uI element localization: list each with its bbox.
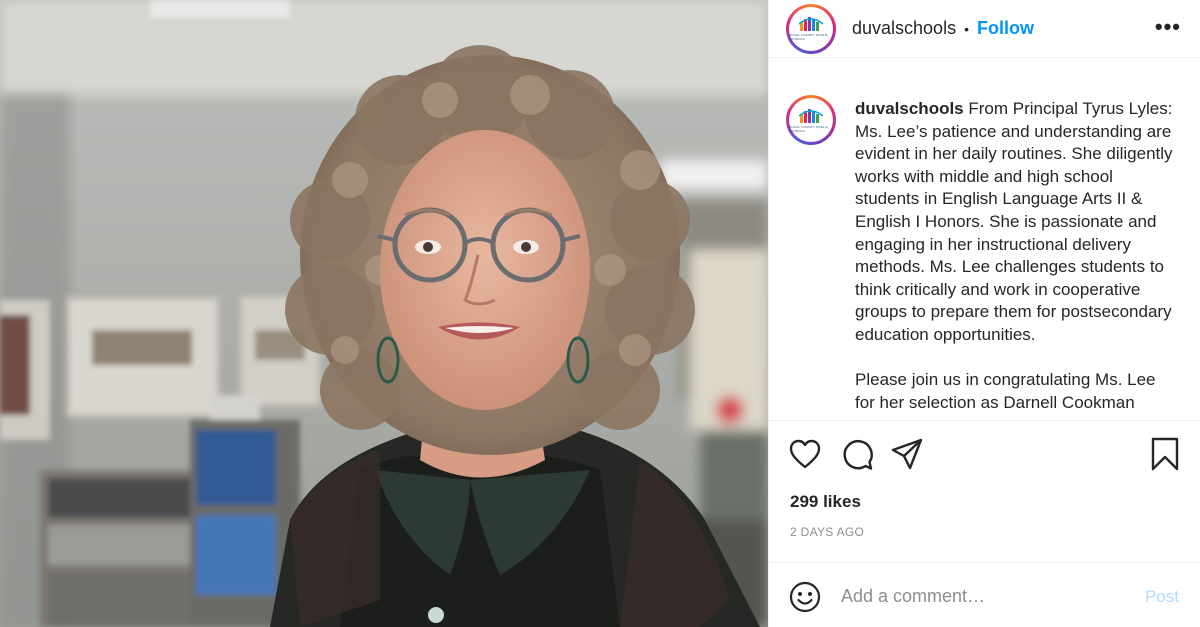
heart-icon[interactable]	[789, 439, 821, 469]
avatar-caption: DUVAL COUNTY PUBLIC SCHOOLS	[789, 124, 829, 133]
post-timestamp[interactable]: 2 DAYS AGO	[790, 525, 864, 539]
avatar[interactable]: DUVAL COUNTY PUBLIC SCHOOLS	[786, 3, 836, 54]
comment-input[interactable]	[841, 581, 1131, 611]
comment-bar: Post	[769, 562, 1200, 627]
post-details-panel: DUVAL COUNTY PUBLIC SCHOOLS duvalschools…	[768, 0, 1200, 627]
follow-button[interactable]: Follow	[977, 18, 1034, 39]
more-options-icon[interactable]: •••	[1155, 16, 1181, 38]
portrait-photo	[0, 0, 768, 627]
caption-avatar[interactable]: DUVAL COUNTY PUBLIC SCHOOLS	[786, 95, 836, 145]
likes-count[interactable]: 299 likes	[790, 492, 861, 512]
post-header: DUVAL COUNTY PUBLIC SCHOOLS duvalschools…	[769, 0, 1200, 58]
bookmark-icon[interactable]	[1150, 437, 1180, 471]
emoji-icon[interactable]	[789, 581, 821, 613]
share-icon[interactable]	[891, 438, 923, 470]
post-actions: 299 likes 2 DAYS AGO	[769, 420, 1200, 562]
avatar-caption: DUVAL COUNTY PUBLIC SCHOOLS	[789, 33, 829, 41]
separator-dot: •	[964, 20, 969, 37]
post-comment-button[interactable]: Post	[1145, 587, 1179, 607]
caption-text: duvalschools From Principal Tyrus Lyles:…	[855, 98, 1175, 414]
school-logo-icon	[799, 17, 823, 31]
school-logo-icon	[799, 108, 823, 123]
caption-body: From Principal Tyrus Lyles: Ms. Lee’s pa…	[855, 99, 1173, 412]
post-photo[interactable]	[0, 0, 768, 627]
caption-username[interactable]: duvalschools	[855, 99, 964, 118]
comment-icon[interactable]	[841, 439, 873, 471]
caption-section: DUVAL COUNTY PUBLIC SCHOOLS duvalschools…	[769, 58, 1200, 420]
author-username[interactable]: duvalschools	[852, 18, 956, 39]
